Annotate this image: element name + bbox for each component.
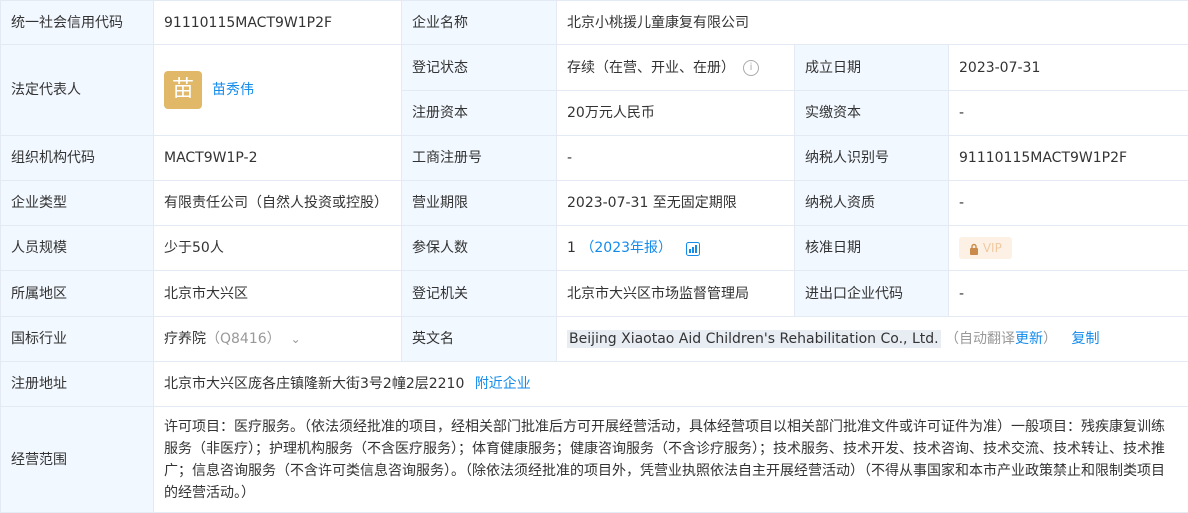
org-code-value: MACT9W1P-2	[154, 136, 402, 181]
paid-capital-value: -	[949, 91, 1188, 136]
found-date-label: 成立日期	[795, 45, 949, 91]
import-export-label: 进出口企业代码	[795, 271, 949, 317]
company-name-value: 北京小桃援儿童康复有限公司	[557, 1, 1188, 45]
taxpayer-id-label: 纳税人识别号	[795, 136, 949, 181]
auto-translate-note: （自动翻译	[945, 331, 1015, 347]
english-name-label: 英文名	[402, 317, 557, 362]
company-type-label: 企业类型	[1, 181, 154, 226]
industry-code: （Q8416）	[206, 331, 281, 347]
trend-chart-icon[interactable]	[686, 241, 700, 255]
nearby-companies-link[interactable]: 附近企业	[475, 376, 531, 392]
paid-capital-label: 实缴资本	[795, 91, 949, 136]
reg-status-cell: 存续（在营、开业、在册） i	[557, 45, 795, 91]
scope-value: 许可项目：医疗服务。（依法须经批准的项目，经相关部门批准后方可开展经营活动，具体…	[154, 407, 1188, 513]
legal-rep-label: 法定代表人	[1, 45, 154, 136]
annual-report-link[interactable]: （2023年报）	[580, 240, 672, 256]
biz-reg-no-value: -	[557, 136, 795, 181]
update-link[interactable]: 更新	[1015, 331, 1043, 347]
info-icon[interactable]: i	[743, 60, 759, 76]
chevron-down-icon[interactable]: ⌄	[291, 332, 301, 346]
legal-rep-cell: 苗苗秀伟	[154, 45, 402, 136]
reg-status-label: 登记状态	[402, 45, 557, 91]
legal-rep-name-link[interactable]: 苗秀伟	[212, 82, 254, 98]
credit-code-value: 91110115MACT9W1P2F	[154, 1, 402, 45]
insured-value: 1	[567, 240, 576, 256]
found-date-value: 2023-07-31	[949, 45, 1188, 91]
staff-size-value: 少于50人	[154, 226, 402, 271]
industry-label: 国标行业	[1, 317, 154, 362]
taxpayer-qual-value: -	[949, 181, 1188, 226]
english-name-cell: Beijing Xiaotao Aid Children's Rehabilit…	[557, 317, 1188, 362]
biz-term-label: 营业期限	[402, 181, 557, 226]
biz-term-value: 2023-07-31 至无固定期限	[557, 181, 795, 226]
company-type-value: 有限责任公司（自然人投资或控股）	[154, 181, 402, 226]
industry-cell[interactable]: 疗养院（Q8416） ⌄	[154, 317, 402, 362]
staff-size-label: 人员规模	[1, 226, 154, 271]
org-code-label: 组织机构代码	[1, 136, 154, 181]
reg-capital-value: 20万元人民币	[557, 91, 795, 136]
taxpayer-id-value: 91110115MACT9W1P2F	[949, 136, 1188, 181]
biz-reg-no-label: 工商注册号	[402, 136, 557, 181]
copy-link[interactable]: 复制	[1071, 331, 1099, 347]
reg-status-value: 存续（在营、开业、在册）	[567, 60, 735, 76]
taxpayer-qual-label: 纳税人资质	[795, 181, 949, 226]
approve-date-label: 核准日期	[795, 226, 949, 271]
english-name-value: Beijing Xiaotao Aid Children's Rehabilit…	[567, 330, 941, 348]
reg-capital-label: 注册资本	[402, 91, 557, 136]
avatar: 苗	[164, 71, 202, 109]
lock-icon	[969, 243, 979, 255]
approve-date-cell: VIP	[949, 226, 1188, 271]
import-export-value: -	[949, 271, 1188, 317]
address-label: 注册地址	[1, 362, 154, 407]
company-info-table: 统一社会信用代码 91110115MACT9W1P2F 企业名称 北京小桃援儿童…	[0, 0, 1188, 513]
auto-translate-close: ）	[1043, 331, 1057, 347]
insured-cell: 1 （2023年报）	[557, 226, 795, 271]
insured-label: 参保人数	[402, 226, 557, 271]
region-value: 北京市大兴区	[154, 271, 402, 317]
industry-value: 疗养院	[164, 331, 206, 347]
company-name-label: 企业名称	[402, 1, 557, 45]
region-label: 所属地区	[1, 271, 154, 317]
scope-label: 经营范围	[1, 407, 154, 513]
address-value: 北京市大兴区庞各庄镇隆新大街3号2幢2层2210	[164, 376, 464, 392]
vip-text: VIP	[983, 241, 1002, 255]
address-cell: 北京市大兴区庞各庄镇隆新大街3号2幢2层2210 附近企业	[154, 362, 1188, 407]
reg-authority-label: 登记机关	[402, 271, 557, 317]
reg-authority-value: 北京市大兴区市场监督管理局	[557, 271, 795, 317]
vip-lock-badge[interactable]: VIP	[959, 237, 1012, 259]
credit-code-label: 统一社会信用代码	[1, 1, 154, 45]
